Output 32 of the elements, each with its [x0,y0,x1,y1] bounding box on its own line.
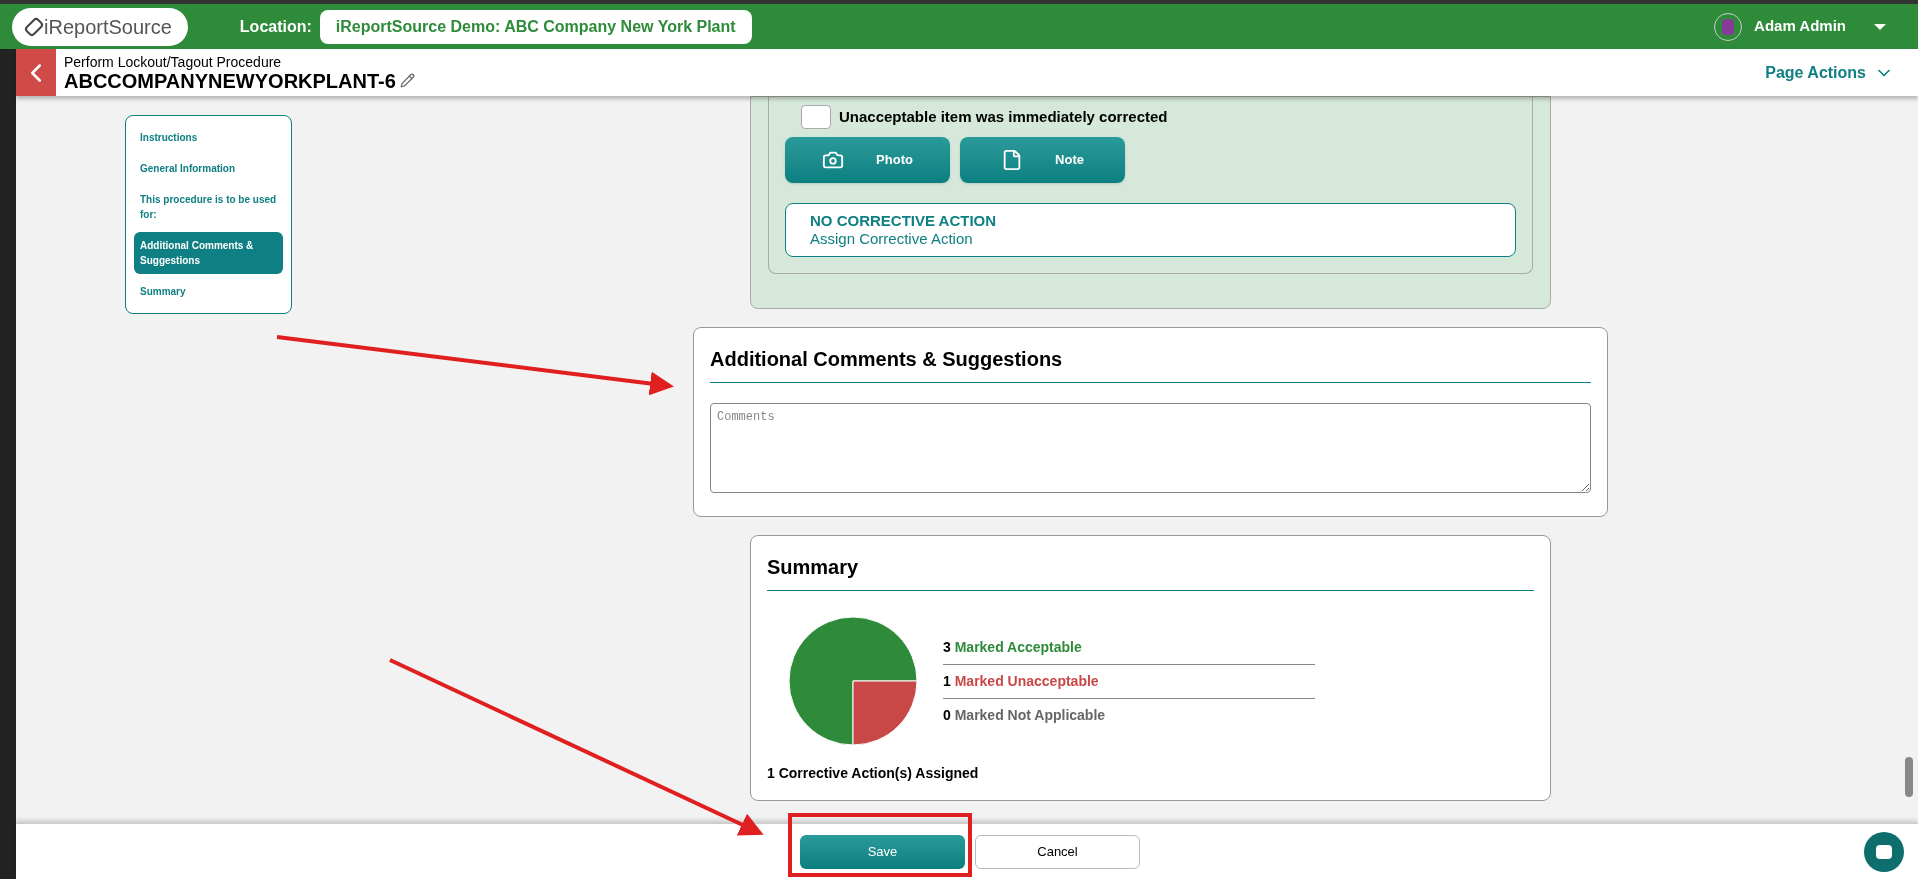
nav-item[interactable]: Summary [134,278,283,305]
corrective-status: NO CORRECTIVE ACTION [810,212,997,230]
chat-button[interactable] [1864,832,1904,872]
nav-item[interactable]: Instructions [134,124,283,151]
section-title: Additional Comments & Suggestions [710,344,1591,383]
section-title: Summary [767,552,1534,591]
page-actions-button[interactable]: Page Actions [1765,60,1894,85]
corrective-total: 1 Corrective Action(s) Assigned [767,764,980,783]
cancel-button[interactable]: Cancel [975,834,1140,869]
comments-field[interactable]: Comments [710,403,1591,493]
photo-button[interactable]: Photo [785,137,950,183]
user-name[interactable]: Adam Admin [1754,15,1846,38]
assign-corrective-action-link[interactable]: Assign Corrective Action [810,230,973,248]
legend-row-text: 0 Marked Not Applicable [943,705,1107,725]
camera-icon [822,149,845,171]
back-button[interactable] [16,49,56,96]
legend-row: 3 Marked Acceptable [943,630,1315,665]
caret-icon[interactable] [1874,23,1886,30]
nav-item[interactable]: Additional Comments & Suggestions [134,232,283,274]
legend-row: 1 Marked Unacceptable [943,664,1315,699]
location-selector[interactable]: iReportSource Demo: ABC Company New York Plant [319,9,752,44]
page-subtitle: Perform Lockout/Tagout Procedure [64,53,283,70]
edit-icon[interactable] [399,73,415,88]
nav-item[interactable]: General Information [134,155,283,182]
note-button[interactable]: Note [960,137,1125,183]
save-button[interactable]: Save [800,834,965,869]
logo[interactable]: iReportSource [12,7,188,46]
location-label: Location: [239,16,312,37]
checkbox[interactable] [801,105,831,129]
nav-item[interactable]: This procedure is to be used for: [134,186,283,228]
checkbox-label: Unacceptable item was immediately corrected [839,106,1168,127]
page-title: ABCCOMPANYNEWYORKPLANT-6 [64,69,396,92]
